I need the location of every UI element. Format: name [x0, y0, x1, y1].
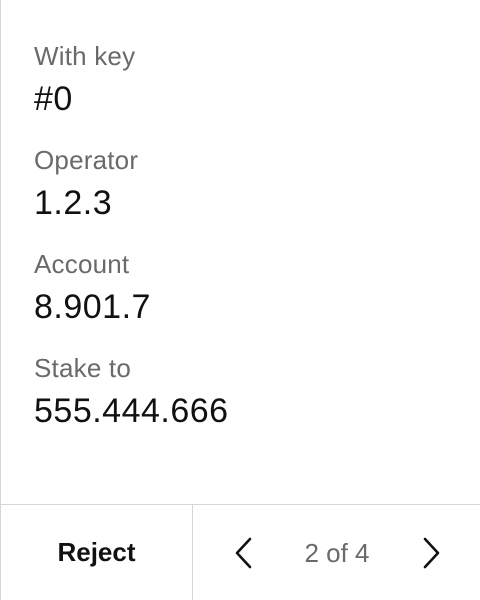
field-account: Account 8.901.7: [34, 249, 151, 327]
field-value: #0: [34, 80, 73, 118]
previous-page-button[interactable]: [224, 533, 264, 573]
pager: 2 of 4: [194, 505, 480, 600]
footer-bar: Reject 2 of 4: [1, 504, 480, 600]
page-indicator: 2 of 4: [304, 538, 370, 568]
field-value: 1.2.3: [34, 184, 113, 222]
chevron-left-icon: [235, 537, 252, 569]
field-label: Stake to: [34, 353, 131, 383]
field-operator: Operator 1.2.3: [34, 145, 138, 223]
field-label: Account: [34, 249, 130, 279]
field-value: 555.444.666: [34, 392, 229, 430]
field-value: 8.901.7: [34, 288, 151, 326]
field-label: With key: [34, 41, 136, 71]
field-label: Operator: [34, 145, 139, 175]
chevron-right-icon: [423, 537, 440, 569]
reject-button[interactable]: Reject: [1, 505, 193, 600]
next-page-button[interactable]: [411, 533, 451, 573]
field-stake-to: Stake to 555.444.666: [34, 353, 229, 431]
field-with-key: With key #0: [34, 41, 135, 119]
review-screen: With key #0 Operator 1.2.3 Account 8.901…: [0, 0, 480, 600]
